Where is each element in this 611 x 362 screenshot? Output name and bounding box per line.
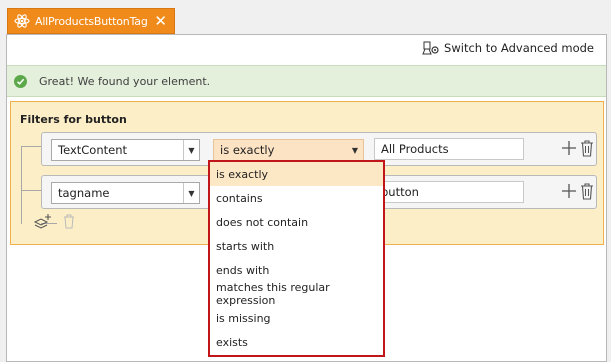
dropdown-option[interactable]: is exactly bbox=[210, 162, 383, 186]
tab-title: AllProductsButtonTag bbox=[35, 14, 148, 28]
chevron-down-icon[interactable]: ▼ bbox=[347, 140, 363, 160]
atom-icon bbox=[14, 14, 30, 28]
attribute-value: tagname bbox=[58, 186, 110, 200]
dropdown-option[interactable]: is missing bbox=[210, 306, 383, 330]
tree-connector bbox=[21, 146, 41, 147]
chevron-down-icon[interactable]: ▼ bbox=[183, 140, 199, 160]
dropdown-option[interactable]: ends with bbox=[210, 258, 383, 282]
check-circle-icon bbox=[14, 74, 27, 88]
trash-icon[interactable] bbox=[580, 140, 594, 157]
value-input[interactable]: All Products bbox=[374, 138, 524, 160]
success-message: Great! We found your element. bbox=[39, 74, 211, 88]
value-text: button bbox=[381, 185, 419, 199]
dropdown-option[interactable]: contains bbox=[210, 186, 383, 210]
dropdown-option[interactable]: starts with bbox=[210, 234, 383, 258]
value-input[interactable]: button bbox=[374, 181, 524, 203]
trash-icon[interactable] bbox=[580, 183, 594, 200]
operator-select[interactable]: is exactly ▼ bbox=[213, 139, 364, 161]
plus-icon[interactable] bbox=[561, 183, 577, 199]
plus-icon[interactable] bbox=[561, 140, 577, 156]
advanced-mode-icon bbox=[422, 41, 439, 55]
tab-strip: AllProductsButtonTag ✕ bbox=[0, 0, 611, 35]
dropdown-option[interactable]: matches this regular expression bbox=[210, 281, 383, 307]
filters-header: Filters for button bbox=[20, 113, 127, 126]
dropdown-option[interactable]: does not contain bbox=[210, 210, 383, 234]
tree-connector bbox=[21, 190, 41, 191]
operator-dropdown[interactable]: is exactly contains does not contain sta… bbox=[208, 160, 385, 357]
value-text: All Products bbox=[381, 142, 449, 156]
add-group-icon[interactable] bbox=[33, 213, 53, 231]
tree-connector bbox=[21, 146, 22, 224]
attribute-select[interactable]: TextContent ▼ bbox=[51, 139, 200, 161]
chevron-down-icon[interactable]: ▼ bbox=[183, 183, 199, 203]
tab-all-products-button-tag[interactable]: AllProductsButtonTag ✕ bbox=[7, 8, 175, 34]
success-notification: Great! We found your element. bbox=[7, 65, 606, 97]
operator-value: is exactly bbox=[220, 143, 275, 157]
advanced-mode-label: Switch to Advanced mode bbox=[444, 41, 594, 55]
close-icon[interactable]: ✕ bbox=[154, 12, 167, 30]
attribute-select[interactable]: tagname ▼ bbox=[51, 182, 200, 204]
trash-icon bbox=[64, 214, 74, 229]
attribute-value: TextContent bbox=[58, 143, 127, 157]
dropdown-option[interactable]: exists bbox=[210, 330, 383, 354]
switch-advanced-mode-button[interactable]: Switch to Advanced mode bbox=[422, 40, 594, 56]
